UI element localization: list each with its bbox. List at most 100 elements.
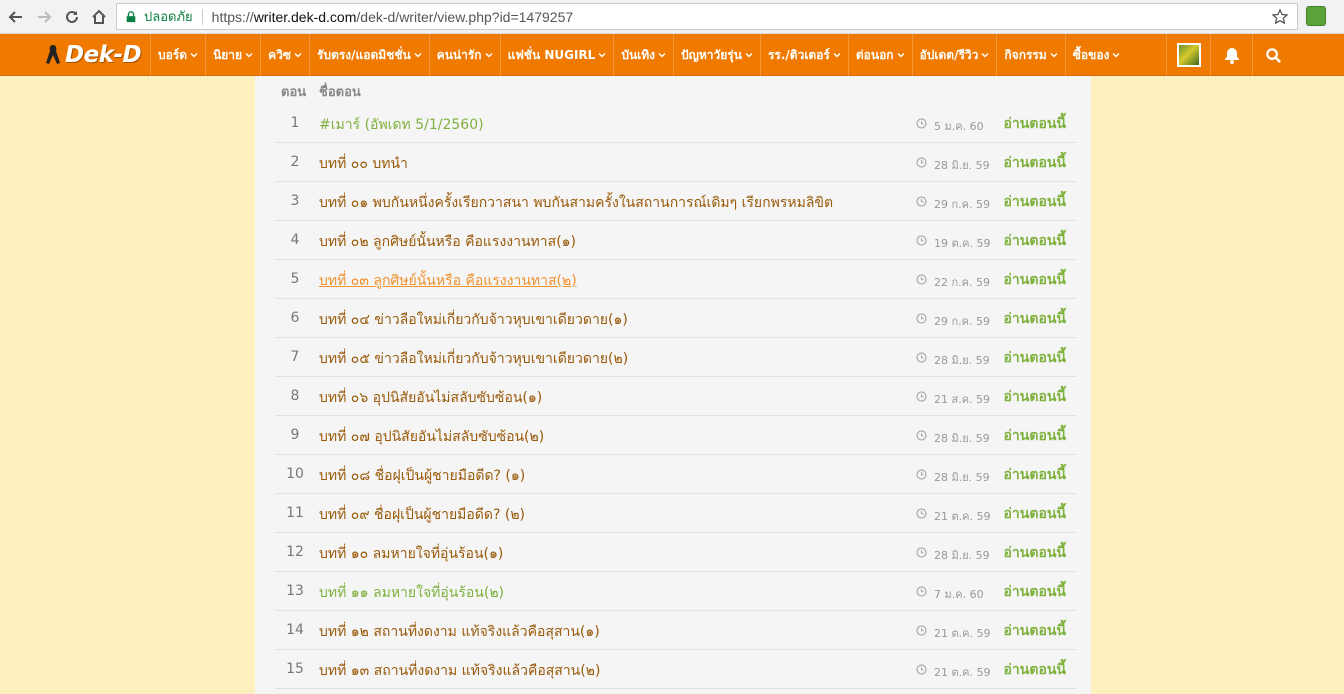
chevron-down-icon [1112, 52, 1120, 58]
read-chapter-link[interactable]: อ่านตอนนี้ [1004, 386, 1066, 408]
chapter-date: 19 ต.ค. 59 [934, 237, 991, 250]
bookmark-star-icon[interactable] [1271, 8, 1289, 26]
menu-item-9[interactable]: ต่อนอก [847, 34, 912, 76]
menu-item-label: อัปเดต/รีวิว [919, 47, 979, 62]
menu-item-label: นิยาย [213, 47, 243, 62]
reload-icon[interactable] [60, 5, 84, 29]
notification-button[interactable] [1210, 34, 1252, 76]
address-bar[interactable]: ปลอดภัย https://writer.dek-d.com/dek-d/w… [116, 3, 1298, 30]
url-path: /dek-d/writer/view.php?id=1479257 [356, 8, 574, 25]
clock-icon [916, 235, 927, 246]
read-chapter-link[interactable]: อ่านตอนนี้ [1004, 425, 1066, 447]
secure-label: ปลอดภัย [144, 9, 193, 24]
menu-item-10[interactable]: อัปเดต/รีวิว [911, 34, 997, 76]
chapter-number: 12 [286, 544, 304, 560]
menu-item-11[interactable]: กิจกรรม [996, 34, 1064, 76]
menu-item-2[interactable]: ควิซ [260, 34, 309, 76]
chapter-rows: 1 #เมาร์ (อัพเดท 5/1/2560) 5 ม.ค. 60 อ่านตอ… [275, 104, 1076, 689]
read-chapter-link[interactable]: อ่านตอนนี้ [1004, 503, 1066, 525]
chapter-number: 6 [290, 310, 300, 326]
chapter-number: 4 [290, 232, 300, 248]
clock-icon [916, 157, 927, 168]
forward-arrow-icon[interactable] [32, 5, 56, 29]
chapter-date: 21 ส.ค. 59 [934, 393, 991, 406]
menu-item-label: กิจกรรม [1004, 47, 1047, 62]
menu-item-0[interactable]: บอร์ด [150, 34, 205, 76]
chevron-down-icon [981, 52, 989, 58]
search-button[interactable] [1252, 34, 1294, 76]
read-chapter-link[interactable]: อ่านตอนนี้ [1004, 152, 1066, 174]
read-chapter-link[interactable]: อ่านตอนนี้ [1004, 581, 1066, 603]
chapter-title-link[interactable]: #เมาร์ (อัพเดท 5/1/2560) [319, 114, 484, 136]
back-arrow-icon[interactable] [4, 5, 28, 29]
clock-icon [916, 196, 927, 207]
chapter-date: 22 ก.ค. 59 [934, 276, 990, 289]
clock-icon [916, 547, 927, 558]
dek-d-logo[interactable]: Dek-D [44, 41, 142, 69]
chapter-date: 21 ต.ค. 59 [934, 627, 991, 640]
menu-item-1[interactable]: นิยาย [205, 34, 260, 76]
chapter-title-link[interactable]: บทที่ ๐๐ บทนำ [319, 153, 408, 175]
clock-icon [916, 274, 927, 285]
read-chapter-link[interactable]: อ่านตอนนี้ [1004, 659, 1066, 681]
chapter-date: 28 มิ.ย. 59 [934, 354, 990, 367]
extension-icon[interactable] [1306, 6, 1326, 26]
chapter-number: 10 [286, 466, 304, 482]
chevron-down-icon [245, 52, 253, 58]
menu-item-4[interactable]: คนน่ารัก [428, 34, 500, 76]
url-scheme: https:// [211, 8, 254, 25]
read-chapter-link[interactable]: อ่านตอนนี้ [1004, 620, 1066, 642]
chapter-number: 5 [290, 271, 300, 287]
menu-item-3[interactable]: รับตรง/แอดมิชชั่น [309, 34, 429, 76]
menu-item-12[interactable]: ซื้อของ [1064, 34, 1128, 76]
chevron-down-icon [833, 52, 841, 58]
chapter-date: 21 ต.ค. 59 [934, 666, 991, 679]
read-chapter-link[interactable]: อ่านตอนนี้ [1004, 113, 1066, 135]
chapter-row: 1 #เมาร์ (อัพเดท 5/1/2560) 5 ม.ค. 60 อ่านตอ… [275, 104, 1076, 143]
home-icon[interactable] [87, 5, 111, 29]
menu-item-label: แฟชั่น NUGIRL [507, 47, 596, 62]
read-chapter-link[interactable]: อ่านตอนนี้ [1004, 347, 1066, 369]
chapter-title-link[interactable]: บทที่ ๐๔ ข่าวลือใหม่เกี่ยวกับจ้าวหุบเขาเ… [319, 309, 628, 331]
read-chapter-link[interactable]: อ่านตอนนี้ [1004, 542, 1066, 564]
menu-item-6[interactable]: บันเทิง [613, 34, 673, 76]
clock-icon [916, 430, 927, 441]
chapter-title-link[interactable]: บทที่ ๐๖ อุปนิสัยอันไม่สลับซับซ้อน(๑) [319, 387, 542, 409]
chapter-date: 29 ก.ค. 59 [934, 198, 990, 211]
chapter-title-link[interactable]: บทที่ ๑๑ ลมหายใจที่อุ่นร้อน(๒) [319, 582, 504, 604]
chapter-title-link[interactable]: บทที่ ๐๑ พบกันหนึ่งครั้งเรียกวาสนา พบกัน… [319, 192, 833, 214]
chevron-down-icon [190, 52, 198, 58]
chapter-number: 11 [286, 505, 304, 521]
chapter-list-header: ตอน ชื่อตอน [255, 76, 1091, 102]
chapter-title-link[interactable]: บทที่ ๑๐ ลมหายใจที่อุ่นร้อน(๑) [319, 543, 503, 565]
chapter-title-link[interactable]: บทที่ ๐๗ อุปนิสัยอันไม่สลับซับซ้อน(๒) [319, 426, 544, 448]
chapter-title-link[interactable]: บทที่ ๐๕ ข่าวลือใหม่เกี่ยวกับจ้าวหุบเขาเ… [319, 348, 628, 370]
bell-icon [1224, 48, 1239, 64]
menu-item-8[interactable]: รร./ติวเตอร์ [759, 34, 848, 76]
read-chapter-link[interactable]: อ่านตอนนี้ [1004, 269, 1066, 291]
read-chapter-link[interactable]: อ่านตอนนี้ [1004, 230, 1066, 252]
read-chapter-link[interactable]: อ่านตอนนี้ [1004, 191, 1066, 213]
chapter-title-link[interactable]: บทที่ ๑๒ สถานที่งดงาม แท้จริงแล้วคือสุสา… [319, 621, 600, 643]
chevron-down-icon [745, 52, 753, 58]
chapter-row: 4 บทที่ ๐๒ ลูกศิษย์นั้นหรือ คือแรงงานทาส(… [275, 221, 1076, 260]
chapter-title-link[interactable]: บทที่ ๐๒ ลูกศิษย์นั้นหรือ คือแรงงานทาส(๑… [319, 231, 576, 253]
chapter-date: 29 ก.ค. 59 [934, 315, 990, 328]
chapter-date: 5 ม.ค. 60 [934, 120, 984, 133]
logo-text: Dek-D [65, 42, 142, 68]
menu-item-5[interactable]: แฟชั่น NUGIRL [499, 34, 614, 76]
avatar [1176, 43, 1201, 67]
profile-avatar-button[interactable] [1166, 34, 1210, 76]
chapter-number: 8 [290, 388, 300, 404]
menu-item-7[interactable]: ปัญหาวัยรุ่น [673, 34, 760, 76]
read-chapter-link[interactable]: อ่านตอนนี้ [1004, 308, 1066, 330]
chapter-date: 28 มิ.ย. 59 [934, 471, 990, 484]
chapter-title-link[interactable]: บทที่ ๑๓ สถานที่งดงาม แท้จริงแล้วคือสุสา… [319, 660, 600, 682]
read-chapter-link[interactable]: อ่านตอนนี้ [1004, 464, 1066, 486]
chevron-down-icon [598, 52, 606, 58]
menu-item-label: บันเทิง [621, 47, 656, 62]
chapter-title-link[interactable]: บทที่ ๐๘ ชื่อฝุเป็นผู้ชายมือดีด? (๑) [319, 465, 525, 487]
chapter-title-link[interactable]: บทที่ ๐๓ ลูกศิษย์นั้นหรือ คือแรงงานทาส(๒… [319, 270, 577, 292]
header-title: ชื่อตอน [319, 85, 361, 100]
chapter-title-link[interactable]: บทที่ ๐๙ ชื่อฝุเป็นผู้ชายมือดีด? (๒) [319, 504, 525, 526]
